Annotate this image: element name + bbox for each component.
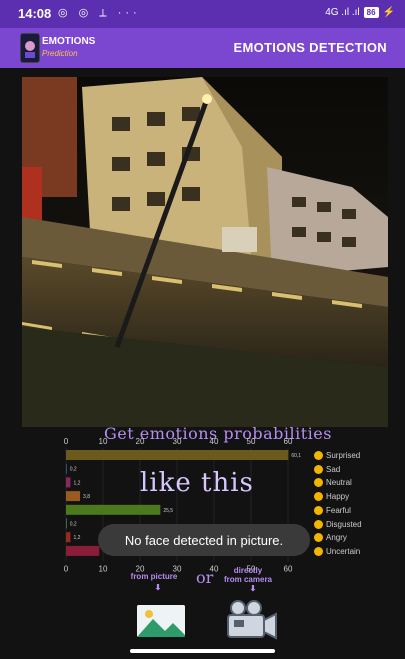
chart-bar bbox=[66, 545, 100, 556]
x-tick-label-top: 0 bbox=[64, 437, 69, 446]
battery-icon: 86 bbox=[363, 7, 379, 18]
emoji-icon bbox=[314, 505, 323, 515]
legend-item: Sad bbox=[314, 464, 341, 474]
app-title: EMOTIONS DETECTION bbox=[233, 40, 387, 55]
charging-icon: ⚡ bbox=[382, 7, 395, 18]
emoji-icon bbox=[314, 533, 323, 543]
x-tick-label-bottom: 60 bbox=[284, 565, 293, 572]
bar-data-label: 3,8 bbox=[83, 494, 90, 500]
x-tick-label-top: 60 bbox=[284, 437, 293, 446]
notification-icons: ◎ ◎ ⟂ ··· bbox=[58, 7, 141, 19]
legend-label: Surprised bbox=[326, 451, 361, 460]
x-tick-label-top: 40 bbox=[210, 437, 219, 446]
legend-label: Happy bbox=[326, 492, 350, 502]
chart-bar bbox=[66, 504, 161, 515]
chart-bar bbox=[66, 477, 71, 488]
emoji-icon bbox=[314, 546, 323, 556]
arrow-down-icon: ⬇ bbox=[154, 583, 162, 592]
chart-bar bbox=[66, 518, 67, 529]
x-tick-label-top: 50 bbox=[247, 437, 256, 446]
bar-data-label: 60,1 bbox=[291, 453, 301, 459]
legend-label: Sad bbox=[326, 464, 341, 474]
or-text: or bbox=[196, 568, 214, 587]
app-logo: EMOTIONS Prediction bbox=[20, 33, 106, 63]
toast-text: No face detected in picture. bbox=[124, 532, 284, 548]
gallery-button[interactable] bbox=[137, 605, 185, 637]
x-tick-label-bottom: 20 bbox=[136, 565, 145, 572]
legend-item: Uncertain bbox=[314, 546, 361, 556]
signal-icon: 4G .ıl .ıl bbox=[325, 7, 360, 18]
bar-data-label: 1,2 bbox=[73, 535, 80, 541]
legend-item: Happy bbox=[314, 492, 350, 502]
legend-item: Surprised bbox=[314, 451, 360, 460]
x-tick-label-top: 10 bbox=[99, 437, 108, 446]
legend-item: Disgusted bbox=[314, 519, 362, 529]
bar-data-label: 25,5 bbox=[163, 508, 173, 514]
from-camera-label: from camera bbox=[223, 575, 273, 584]
logo-subtext: Prediction bbox=[42, 49, 78, 58]
like-this-text: like this bbox=[140, 468, 254, 498]
chart-bar bbox=[66, 450, 289, 460]
bar-data-label: 0,2 bbox=[70, 467, 77, 473]
chart-bar bbox=[66, 491, 81, 502]
emoji-icon bbox=[314, 464, 323, 474]
legend-item: Fearful bbox=[314, 505, 351, 515]
legend-label: Angry bbox=[326, 533, 347, 543]
from-picture-label: from picture bbox=[130, 572, 178, 581]
x-tick-label-top: 20 bbox=[136, 437, 145, 446]
chart-bar bbox=[66, 463, 67, 474]
bar-data-label: 0,2 bbox=[70, 522, 77, 528]
legend-label: Disgusted bbox=[326, 519, 362, 529]
status-time: 14:08 bbox=[18, 6, 52, 21]
camera-button[interactable] bbox=[222, 600, 278, 640]
arrow-down-icon: ⬇ bbox=[249, 584, 257, 593]
emoji-icon bbox=[314, 492, 323, 502]
video-camera-icon bbox=[227, 600, 277, 640]
phone-icon bbox=[20, 33, 40, 63]
image-icon bbox=[137, 605, 185, 637]
home-indicator[interactable] bbox=[130, 649, 275, 653]
legend-label: Neutral bbox=[326, 478, 352, 488]
bar-data-label: 1,2 bbox=[73, 480, 80, 486]
legend-item: Angry bbox=[314, 533, 347, 543]
x-tick-label-bottom: 0 bbox=[64, 565, 69, 572]
status-bar: 14:08 ◎ ◎ ⟂ ··· 4G .ıl .ıl 86 ⚡ bbox=[0, 0, 405, 28]
legend-item: Neutral bbox=[314, 478, 352, 488]
emoji-icon bbox=[314, 519, 323, 529]
emoji-icon bbox=[314, 451, 323, 460]
legend-label: Uncertain bbox=[326, 546, 361, 556]
toast-message: No face detected in picture. bbox=[98, 524, 310, 556]
emoji-icon bbox=[314, 478, 323, 488]
selected-picture bbox=[22, 77, 388, 427]
logo-text: EMOTIONS bbox=[42, 36, 96, 47]
directly-label: directly bbox=[233, 566, 263, 575]
legend-label: Fearful bbox=[326, 505, 351, 515]
status-right: 4G .ıl .ıl 86 ⚡ bbox=[325, 7, 395, 18]
x-tick-label-bottom: 30 bbox=[173, 565, 182, 572]
x-tick-label-top: 30 bbox=[173, 437, 182, 446]
chart-bar bbox=[66, 532, 71, 543]
x-tick-label-bottom: 10 bbox=[99, 565, 108, 572]
